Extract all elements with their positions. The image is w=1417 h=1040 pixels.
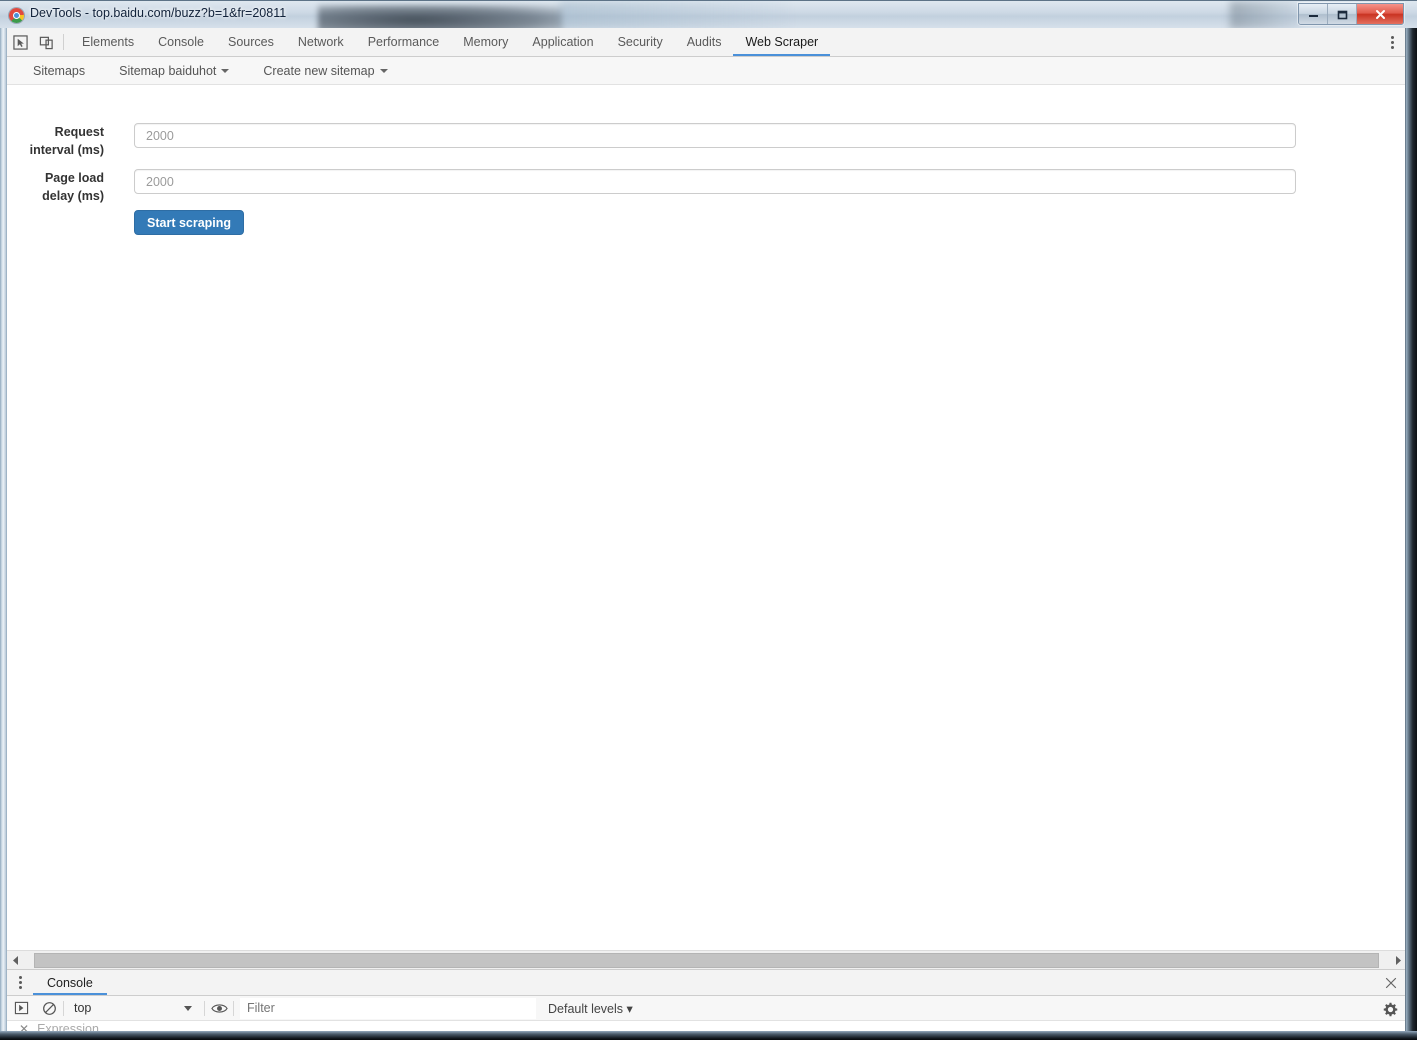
tab-bar-spacer	[830, 28, 1377, 56]
tab-performance[interactable]: Performance	[356, 28, 452, 56]
chrome-logo-icon	[9, 8, 24, 23]
page-load-delay-label: Page load delay (ms)	[7, 169, 104, 205]
device-toolbar-icon[interactable]	[33, 28, 59, 56]
execution-context-select[interactable]: top	[64, 996, 204, 1021]
devtools-tab-bar: Elements Console Sources Network Perform…	[7, 28, 1405, 57]
console-toolbar: top Default levels ▾	[7, 996, 1405, 1021]
window-title-bar[interactable]: DevTools - top.baidu.com/buzz?b=1&fr=208…	[0, 0, 1417, 28]
request-interval-label: Request interval (ms)	[7, 123, 104, 159]
page-load-delay-input[interactable]	[134, 169, 1296, 194]
sitemap-nav-bar: Sitemaps Sitemap baiduhot Create new sit…	[7, 57, 1405, 85]
tab-application[interactable]: Application	[520, 28, 605, 56]
drawer-tab-bar: Console	[7, 970, 1405, 996]
chevron-down-icon	[379, 69, 388, 74]
window-frame-bottom	[0, 1031, 1417, 1040]
gear-icon[interactable]	[1381, 1000, 1399, 1018]
desktop-glass-blur-2	[560, 1, 790, 28]
console-drawer: Console top Filter Default levels ▾ ✕ Ex…	[7, 969, 1405, 1031]
tab-audits[interactable]: Audits	[675, 28, 734, 56]
desktop-glass-blur	[318, 5, 563, 28]
request-interval-input[interactable]	[134, 123, 1296, 148]
clear-console-icon[interactable]	[35, 996, 63, 1021]
scrollbar-track[interactable]	[24, 951, 1390, 969]
tab-elements[interactable]: Elements	[70, 28, 146, 56]
tab-console[interactable]: Console	[146, 28, 216, 56]
close-button[interactable]	[1357, 4, 1403, 24]
tab-web-scraper[interactable]: Web Scraper	[733, 28, 830, 56]
toolbar-divider	[233, 1000, 234, 1016]
nav-item-sitemaps[interactable]: Sitemaps	[33, 64, 85, 78]
execute-context-icon[interactable]	[7, 996, 35, 1021]
kebab-menu-icon[interactable]	[7, 970, 33, 995]
console-message-list: ✕ Expression not available	[7, 1021, 1405, 1031]
close-icon[interactable]: ✕	[19, 1021, 29, 1031]
drawer-tab-bar-spacer	[107, 970, 1375, 995]
execution-context-value: top	[74, 1001, 92, 1015]
console-filter-input[interactable]	[240, 997, 536, 1019]
toolbar-divider	[63, 34, 64, 50]
inspect-element-icon[interactable]	[7, 28, 33, 56]
console-expression-label: Expression	[37, 1022, 99, 1031]
tab-sources[interactable]: Sources	[216, 28, 286, 56]
horizontal-scrollbar[interactable]	[7, 950, 1405, 969]
chevron-down-icon	[221, 69, 230, 74]
window-frame-right	[1406, 28, 1417, 1031]
desktop-glass-blur-3	[1230, 1, 1300, 28]
arrow-left-icon[interactable]	[7, 951, 24, 969]
nav-item-create-new-sitemap[interactable]: Create new sitemap	[263, 63, 388, 78]
scrollbar-thumb[interactable]	[34, 952, 1379, 968]
arrow-right-icon[interactable]	[1390, 951, 1405, 969]
close-icon[interactable]	[1375, 970, 1405, 995]
start-scraping-button[interactable]: Start scraping	[134, 210, 245, 235]
nav-item-sitemap-baiduhot-label: Sitemap baiduhot	[119, 63, 217, 78]
nav-item-sitemaps-label: Sitemaps	[33, 63, 86, 78]
live-expression-eye-icon[interactable]	[205, 996, 233, 1021]
log-levels-select[interactable]: Default levels ▾	[548, 1001, 633, 1016]
page-load-delay-label-line2: delay (ms)	[42, 189, 104, 203]
web-scraper-panel: Request interval (ms) Page load delay (m…	[7, 85, 1405, 950]
request-interval-label-line2: interval (ms)	[29, 143, 104, 157]
tab-network[interactable]: Network	[286, 28, 356, 56]
request-interval-label-line1: Request	[54, 125, 104, 139]
chevron-down-icon	[184, 1005, 192, 1011]
nav-item-sitemap-baiduhot[interactable]: Sitemap baiduhot	[119, 63, 230, 78]
page-load-delay-label-line1: Page load	[44, 171, 104, 185]
window-title: DevTools - top.baidu.com/buzz?b=1&fr=208…	[30, 6, 287, 20]
window-controls	[1298, 3, 1404, 25]
tab-security[interactable]: Security	[606, 28, 675, 56]
tab-memory[interactable]: Memory	[451, 28, 520, 56]
maximize-button[interactable]	[1328, 4, 1357, 24]
chevron-down-icon: ▾	[626, 1001, 633, 1016]
devtools-panel: Elements Console Sources Network Perform…	[6, 28, 1406, 1031]
minimize-button[interactable]	[1299, 4, 1328, 24]
devtools-window: DevTools - top.baidu.com/buzz?b=1&fr=208…	[0, 0, 1417, 1040]
log-levels-label: Default levels	[548, 1001, 624, 1016]
kebab-menu-icon[interactable]	[1377, 28, 1405, 56]
nav-item-create-new-sitemap-label: Create new sitemap	[263, 63, 375, 78]
console-message-row[interactable]: ✕ Expression	[7, 1021, 1405, 1031]
drawer-tab-console[interactable]: Console	[33, 970, 107, 995]
